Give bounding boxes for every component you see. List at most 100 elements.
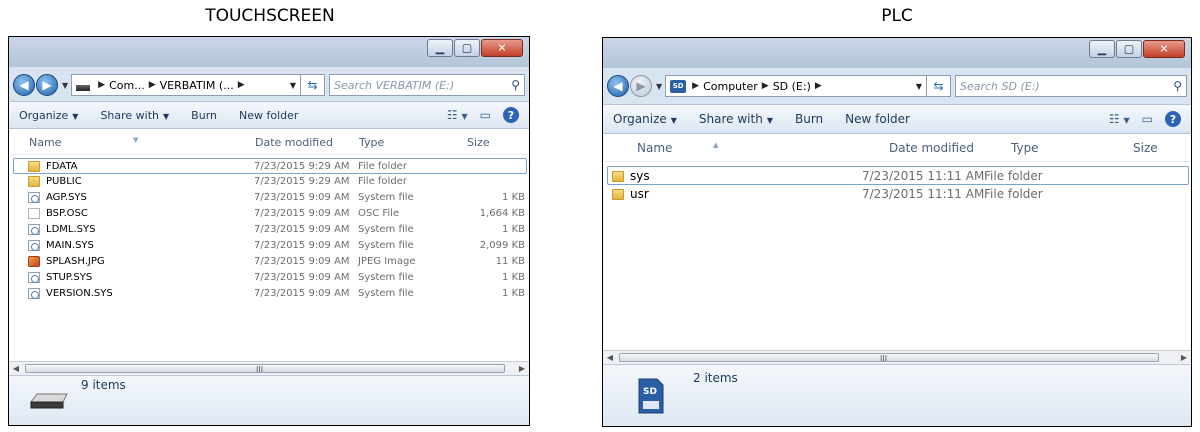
view-options-icon[interactable]: ☷ ▼ [447, 108, 468, 122]
column-size[interactable]: Size [467, 136, 490, 149]
command-bar: Organize ▼ Share with ▼ Burn New folder ☷ … [603, 104, 1191, 134]
scroll-right-icon[interactable]: ▶ [515, 362, 529, 376]
breadcrumb-drive[interactable]: SD (E:) [773, 80, 811, 93]
recent-pages-dropdown[interactable]: ▼ [62, 81, 68, 90]
search-icon: ⚲ [511, 78, 520, 92]
close-button[interactable]: ✕ [481, 39, 523, 57]
title-bar[interactable]: ▁ ▢ ✕ [9, 37, 529, 67]
scroll-left-icon[interactable]: ◀ [603, 351, 617, 365]
column-name[interactable]: Name [637, 141, 672, 155]
file-date-modified: 7/23/2015 11:11 AM [862, 169, 985, 183]
file-row[interactable]: PUBLIC 7/23/2015 9:29 AM File folder [14, 174, 527, 190]
column-headers: Name ▼ Date modified Type Size [9, 129, 529, 155]
organize-menu[interactable]: Organize ▼ [19, 109, 78, 122]
scroll-left-icon[interactable]: ◀ [9, 362, 23, 376]
column-type[interactable]: Type [1011, 141, 1039, 155]
recent-pages-dropdown[interactable]: ▼ [656, 82, 662, 91]
search-input[interactable]: Search VERBATIM (E:) [334, 79, 511, 92]
minimize-button[interactable]: ▁ [427, 39, 453, 57]
file-row[interactable]: MAIN.SYS 7/23/2015 9:09 AM System file 2,09… [14, 238, 527, 254]
scroll-thumb[interactable]: III [619, 353, 1159, 363]
folder-icon [28, 176, 40, 187]
file-row[interactable]: AGP.SYS 7/23/2015 9:09 AM System file 1 KB [14, 190, 527, 206]
file-name: sys [630, 169, 650, 183]
search-icon: ⚲ [1173, 79, 1182, 93]
horizontal-scrollbar[interactable]: ◀ III ▶ [603, 350, 1191, 364]
file-row[interactable]: BSP.OSC 7/23/2015 9:09 AM OSC File 1,664 KB [14, 206, 527, 222]
breadcrumb[interactable]: SD ▶ Computer ▶ SD (E:) ▶ ▼ [665, 75, 927, 97]
file-rows: sys 7/23/2015 11:11 AM File folder usr 7/23/… [603, 162, 1191, 204]
file-type: System file [358, 272, 414, 283]
organize-label: Organize [613, 112, 667, 126]
refresh-button[interactable]: ⇆ [927, 75, 951, 97]
arrow-left-icon: ◀ [19, 78, 29, 92]
column-name[interactable]: Name [29, 136, 61, 149]
file-size: 1 KB [502, 224, 525, 235]
burn-button[interactable]: Burn [191, 109, 217, 122]
file-list: Name ▲ Date modified Type Size sys 7/23/2… [603, 134, 1191, 364]
breadcrumb-drive[interactable]: VERBATIM (... [160, 79, 234, 92]
preview-pane-icon[interactable]: ▭ [480, 108, 491, 122]
minimize-button[interactable]: ▁ [1089, 40, 1115, 58]
file-name: SPLASH.JPG [46, 256, 105, 267]
file-name: STUP.SYS [46, 272, 93, 283]
address-dropdown-icon[interactable]: ▼ [916, 82, 922, 91]
breadcrumb-computer[interactable]: Computer [703, 80, 758, 93]
share-with-label: Share with [100, 108, 160, 122]
forward-button[interactable]: ▶ [36, 74, 58, 96]
close-button[interactable]: ✕ [1143, 40, 1185, 58]
back-button[interactable]: ◀ [13, 74, 35, 96]
column-date-modified[interactable]: Date modified [255, 136, 333, 149]
file-name: LDML.SYS [46, 224, 96, 235]
file-list: Name ▼ Date modified Type Size FDATA 7/23… [9, 129, 529, 375]
file-row[interactable]: usr 7/23/2015 11:11 AM File folder [608, 185, 1189, 204]
preview-pane-icon[interactable]: ▭ [1142, 112, 1153, 126]
share-with-menu[interactable]: Share with ▼ [699, 112, 773, 126]
chevron-right-icon: ▶ [692, 81, 700, 91]
scroll-right-icon[interactable]: ▶ [1177, 351, 1191, 365]
view-options-icon[interactable]: ☷ ▼ [1109, 112, 1130, 126]
search-box[interactable]: Search SD (E:) ⚲ [955, 75, 1187, 97]
file-row[interactable]: sys 7/23/2015 11:11 AM File folder [607, 166, 1189, 185]
column-type[interactable]: Type [359, 136, 384, 149]
breadcrumb-computer[interactable]: Com... [109, 79, 145, 92]
file-type: File folder [984, 169, 1043, 183]
new-folder-button[interactable]: New folder [239, 109, 298, 122]
forward-button[interactable]: ▶ [630, 75, 652, 97]
breadcrumb[interactable]: ▶ Com... ▶ VERBATIM (... ▶ ▼ [71, 74, 301, 96]
burn-button[interactable]: Burn [795, 112, 823, 126]
refresh-button[interactable]: ⇆ [301, 74, 325, 96]
search-input[interactable]: Search SD (E:) [960, 80, 1173, 93]
scroll-thumb[interactable]: III [25, 364, 505, 374]
title-bar[interactable]: ▁ ▢ ✕ [603, 38, 1191, 68]
chevron-right-icon: ▶ [761, 81, 769, 91]
file-row[interactable]: STUP.SYS 7/23/2015 9:09 AM System file 1 KB [14, 270, 527, 286]
file-date-modified: 7/23/2015 9:09 AM [254, 192, 350, 203]
address-dropdown-icon[interactable]: ▼ [290, 81, 296, 90]
back-button[interactable]: ◀ [607, 75, 629, 97]
search-box[interactable]: Search VERBATIM (E:) ⚲ [329, 74, 525, 96]
share-with-menu[interactable]: Share with ▼ [100, 109, 169, 122]
maximize-button[interactable]: ▢ [1116, 40, 1142, 58]
file-size: 1,664 KB [479, 208, 525, 219]
column-date-modified[interactable]: Date modified [889, 141, 974, 155]
column-size[interactable]: Size [1133, 141, 1158, 155]
file-type: File folder [358, 176, 407, 187]
new-folder-button[interactable]: New folder [845, 112, 910, 126]
column-headers: Name ▲ Date modified Type Size [603, 134, 1191, 162]
file-row[interactable]: LDML.SYS 7/23/2015 9:09 AM System file 1 KB [14, 222, 527, 238]
file-date-modified: 7/23/2015 9:09 AM [254, 272, 350, 283]
arrow-right-icon: ▶ [636, 79, 646, 93]
file-name: MAIN.SYS [46, 240, 94, 251]
file-row[interactable]: SPLASH.JPG 7/23/2015 9:09 AM JPEG Image 11 … [14, 254, 527, 270]
file-row[interactable]: VERSION.SYS 7/23/2015 9:09 AM System file 1… [14, 286, 527, 302]
maximize-button[interactable]: ▢ [454, 39, 480, 57]
file-type: System file [358, 192, 414, 203]
help-icon[interactable]: ? [1165, 111, 1181, 127]
file-size: 1 KB [502, 192, 525, 203]
file-row[interactable]: FDATA 7/23/2015 9:29 AM File folder [13, 158, 527, 174]
horizontal-scrollbar[interactable]: ◀ III ▶ [9, 361, 529, 375]
minimize-icon: ▁ [435, 41, 445, 55]
organize-menu[interactable]: Organize ▼ [613, 112, 677, 126]
help-icon[interactable]: ? [503, 107, 519, 123]
